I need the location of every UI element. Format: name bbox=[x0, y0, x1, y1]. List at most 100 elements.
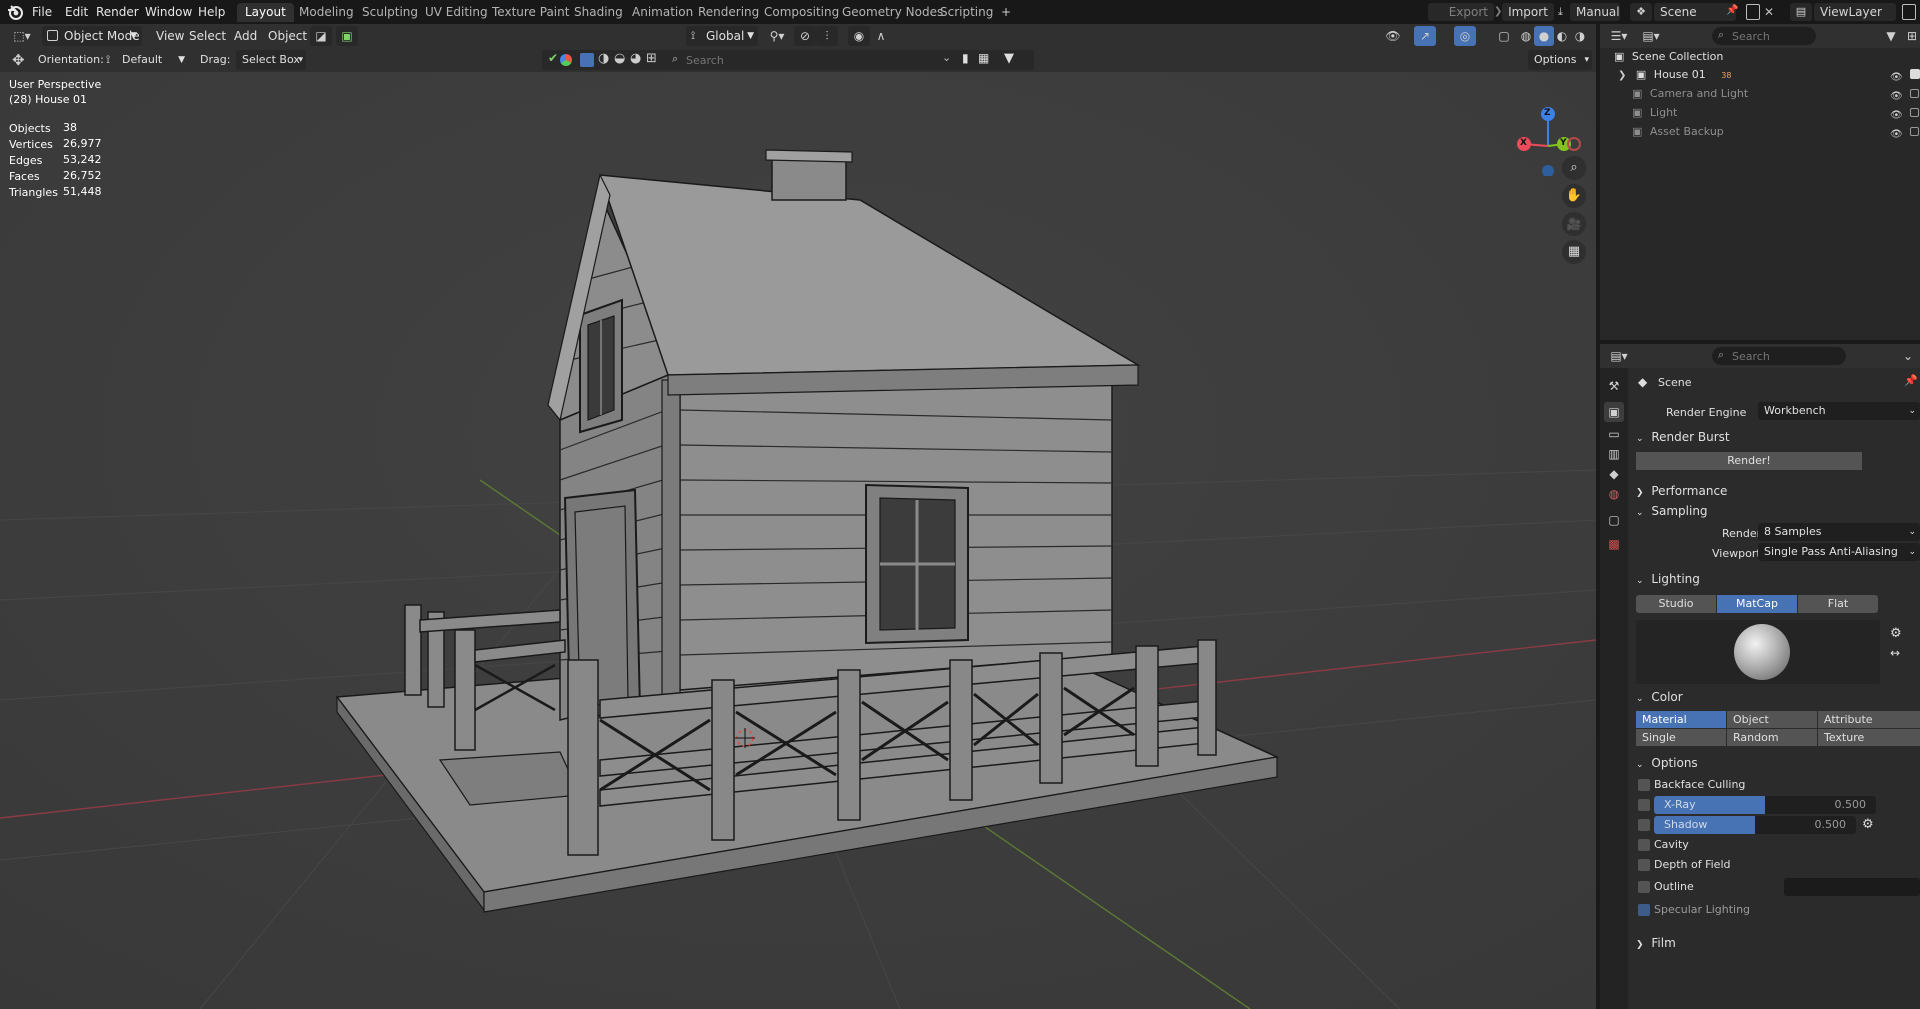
sampling-panel-header[interactable]: ⌄ Sampling bbox=[1636, 500, 1920, 522]
outline-color-swatch[interactable] bbox=[1784, 878, 1920, 896]
visibility-eye-icon[interactable]: 👁 bbox=[1380, 26, 1406, 46]
color-panel-header[interactable]: ⌄ Color bbox=[1636, 686, 1920, 708]
3d-scene[interactable] bbox=[0, 48, 1596, 1009]
drag-selector[interactable]: Select Box ▾ bbox=[236, 50, 306, 70]
color-random-button[interactable]: Random bbox=[1727, 729, 1817, 746]
outliner-item[interactable]: ▣ Asset Backup bbox=[1632, 123, 1919, 141]
tab-scripting[interactable]: Scripting bbox=[932, 3, 1001, 22]
check-icon[interactable]: ✔ bbox=[548, 51, 558, 65]
gear-icon[interactable]: ⚙ bbox=[1890, 626, 1902, 641]
lighting-matcap-button[interactable]: MatCap bbox=[1717, 595, 1797, 613]
menu-window[interactable]: Window bbox=[140, 3, 197, 21]
pin-icon[interactable]: 📌 bbox=[1904, 374, 1918, 387]
mode-selector[interactable]: Object Mode ▼ bbox=[42, 26, 142, 46]
viewlayer-name-field[interactable]: ViewLayer bbox=[1814, 3, 1896, 21]
material-shading-icon[interactable]: ◐ bbox=[1552, 26, 1572, 46]
lighting-panel-header[interactable]: ⌄ Lighting bbox=[1636, 568, 1920, 590]
eye-icon[interactable]: 👁 bbox=[1890, 87, 1920, 106]
pin-icon[interactable]: 📌 bbox=[1726, 5, 1738, 19]
specular-lighting-checkbox[interactable] bbox=[1638, 904, 1650, 916]
shadow-slider[interactable]: Shadow 0.500 bbox=[1654, 816, 1856, 834]
collection-tab-icon[interactable]: ▢ bbox=[1604, 510, 1624, 530]
snap-toggle-icon[interactable]: ⊘ bbox=[794, 26, 816, 46]
menu-render[interactable]: Render bbox=[91, 3, 144, 21]
scene-selector-icon[interactable]: ❖ bbox=[1630, 3, 1652, 21]
gear-icon[interactable]: ⚙ bbox=[1862, 817, 1874, 832]
menu-select[interactable]: Select bbox=[183, 26, 232, 46]
shadow-checkbox[interactable] bbox=[1638, 819, 1650, 831]
new-scene-icon[interactable] bbox=[1746, 4, 1760, 20]
tab-sculpting[interactable]: Sculpting bbox=[354, 3, 426, 22]
color-wheel-icon[interactable] bbox=[560, 54, 572, 66]
3d-viewport[interactable]: ✥ Orientation: ⟟ Default ▼ Drag: Select … bbox=[0, 48, 1596, 1009]
sampling-viewport-select[interactable]: Single Pass Anti-Aliasing ⌄ bbox=[1758, 543, 1920, 561]
texture-tab-icon[interactable]: ▩ bbox=[1604, 534, 1624, 554]
layout-icon[interactable]: ▦ bbox=[978, 51, 989, 65]
depth-of-field-checkbox[interactable] bbox=[1638, 859, 1650, 871]
performance-panel-header[interactable]: ❯ Performance bbox=[1636, 480, 1920, 502]
outliner-item[interactable]: ▣ Light bbox=[1632, 104, 1919, 122]
light-filter-icon[interactable]: ◕ bbox=[630, 51, 641, 66]
cavity-checkbox[interactable] bbox=[1638, 839, 1650, 851]
proportional-falloff-icon[interactable]: ∧ bbox=[870, 26, 892, 46]
menu-help[interactable]: Help bbox=[193, 3, 230, 21]
scene-tab-icon[interactable]: ◆ bbox=[1604, 464, 1624, 484]
xray-slider[interactable]: X-Ray 0.500 bbox=[1654, 796, 1876, 814]
orientation-selector[interactable]: ⟟ Default ▼ bbox=[102, 50, 188, 70]
eye-icon[interactable]: 👁 bbox=[1890, 68, 1920, 87]
filter-icon[interactable]: ▼ bbox=[1880, 26, 1902, 46]
menu-file[interactable]: File bbox=[27, 3, 57, 21]
color-material-button[interactable]: Material bbox=[1636, 711, 1726, 728]
delete-scene-icon[interactable]: ✕ bbox=[1764, 3, 1776, 21]
outliner-item[interactable]: ❯ ▣ House 01 38 bbox=[1618, 66, 1920, 84]
pan-hand-icon[interactable]: ✋ bbox=[1562, 184, 1586, 208]
eye-icon[interactable]: 👁 bbox=[1890, 106, 1920, 125]
camera-view-icon[interactable]: 🎥 bbox=[1562, 212, 1586, 236]
color-texture-button[interactable]: Texture bbox=[1818, 729, 1920, 746]
tab-texture-paint[interactable]: Texture Paint bbox=[484, 3, 577, 22]
orthographic-grid-icon[interactable]: ▦ bbox=[1562, 240, 1586, 264]
export-button[interactable]: Export bbox=[1428, 3, 1494, 21]
mesh-filter-icon[interactable]: ◑ bbox=[598, 51, 609, 66]
blender-logo-icon[interactable] bbox=[6, 3, 24, 21]
chevron-down-icon[interactable]: ⌄ bbox=[1898, 346, 1918, 366]
viewport-search-input[interactable] bbox=[686, 52, 926, 68]
color-attribute-button[interactable]: Attribute bbox=[1818, 711, 1920, 728]
import-button[interactable]: Import bbox=[1502, 3, 1554, 21]
bookmark-icon[interactable]: ▮ bbox=[962, 51, 969, 65]
output-tab-icon[interactable]: ▭ bbox=[1604, 424, 1624, 444]
color-object-button[interactable]: Object bbox=[1727, 711, 1817, 728]
render-burst-panel-header[interactable]: ⌄ Render Burst bbox=[1636, 426, 1920, 448]
rendered-shading-icon[interactable]: ◑ bbox=[1570, 26, 1590, 46]
display-mode-icon[interactable]: ▤▾ bbox=[1638, 26, 1664, 46]
xray-checkbox[interactable] bbox=[1638, 799, 1650, 811]
outliner-search-input[interactable] bbox=[1732, 28, 1812, 44]
film-panel-header[interactable]: ❯ Film bbox=[1636, 932, 1920, 954]
viewlayer-selector-icon[interactable]: ▤ bbox=[1790, 3, 1812, 21]
backface-culling-checkbox[interactable] bbox=[1638, 779, 1650, 791]
chevron-right-icon[interactable]: ❯ bbox=[1618, 70, 1626, 81]
color-single-button[interactable]: Single bbox=[1636, 729, 1726, 746]
outline-checkbox[interactable] bbox=[1638, 881, 1650, 893]
menu-object[interactable]: Object bbox=[262, 26, 313, 46]
render-burst-button[interactable]: Render! bbox=[1636, 452, 1862, 470]
tab-shading[interactable]: Shading bbox=[566, 3, 631, 22]
transform-orientation-selector[interactable]: ⟟ Global ▼ bbox=[686, 26, 758, 46]
options-button[interactable]: Options ▾ bbox=[1528, 50, 1592, 70]
options-panel-header[interactable]: ⌄ Options bbox=[1636, 752, 1920, 774]
outliner-editor-type-icon[interactable]: ☰▾ bbox=[1606, 26, 1632, 46]
editor-type-icon[interactable]: ⬚▾ bbox=[8, 26, 36, 46]
properties-search-input[interactable] bbox=[1732, 348, 1840, 364]
eye-icon[interactable]: 👁 bbox=[1890, 125, 1920, 144]
sampling-render-select[interactable]: 8 Samples ⌄ bbox=[1758, 523, 1920, 541]
tool-tab-icon[interactable]: ⚒ bbox=[1604, 376, 1624, 396]
render-tab-icon[interactable]: ▣ bbox=[1604, 402, 1624, 422]
zoom-icon[interactable]: ⌕ bbox=[1562, 156, 1586, 180]
transform-pivot-icon[interactable]: ⚲▾ bbox=[764, 26, 790, 46]
render-engine-select[interactable]: Workbench ⌄ bbox=[1758, 402, 1920, 420]
outliner-item[interactable]: ▣ Camera and Light bbox=[1632, 85, 1919, 103]
overlays-toggle-icon[interactable]: ◎ bbox=[1454, 26, 1476, 46]
tab-layout[interactable]: Layout bbox=[237, 3, 294, 22]
lighting-studio-button[interactable]: Studio bbox=[1636, 595, 1716, 613]
snap-mode-icon[interactable]: ◪ bbox=[310, 26, 332, 46]
